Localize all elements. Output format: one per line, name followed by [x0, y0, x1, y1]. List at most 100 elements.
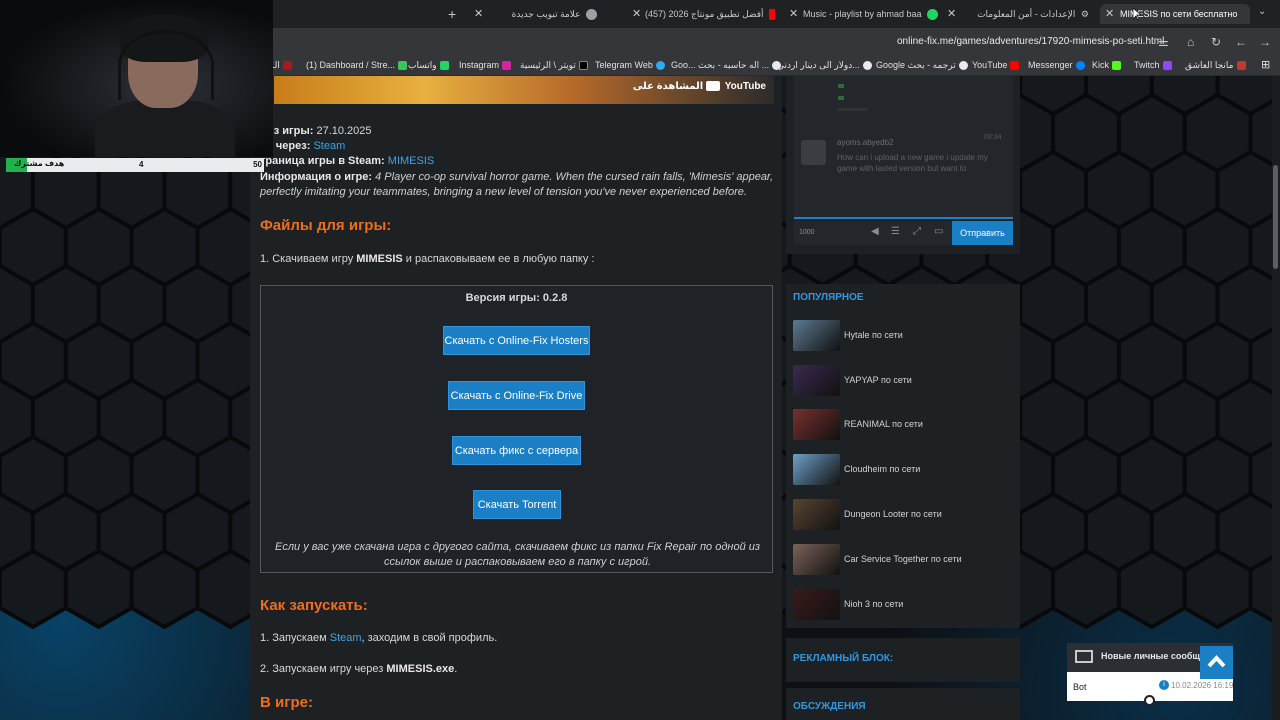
bookmark[interactable]: اله حاسبه - بحث ...	[698, 60, 782, 71]
bookmark[interactable]: الـ	[272, 60, 292, 71]
popular-item[interactable]: Hytale по сети	[793, 320, 1013, 352]
popular-item[interactable]: YAPYAP по сети	[793, 365, 1013, 397]
popular-item-label[interactable]: Hytale по сети	[844, 330, 903, 340]
tab-youtube[interactable]: (457) أفضل تطبيق مونتاج 2026	[645, 4, 775, 24]
url-field[interactable]: online-fix.me/games/adventures/17920-mim…	[897, 36, 1164, 47]
chat-message: How can i upload a new game i update my …	[837, 153, 988, 173]
reload-icon[interactable]: ↻	[1211, 35, 1221, 49]
launch-step-2: 2. Запускаем игру через MIMESIS.exe.	[260, 663, 457, 675]
chat-sound-icon[interactable]: ◀	[871, 226, 879, 237]
chat-username[interactable]: ayoms.abyedb2	[837, 138, 893, 147]
popular-thumb[interactable]	[793, 365, 840, 396]
chat-messages[interactable]	[794, 76, 1013, 219]
tab-spotify[interactable]: Music - playlist by ahmad baa	[803, 4, 938, 24]
chat-fullscreen-icon[interactable]: ⤢	[913, 226, 921, 237]
download-step-game: MIMESIS	[356, 253, 403, 265]
bookmark[interactable]: Goo...	[671, 60, 696, 70]
launch-step-2-prefix: 2. Запускаем игру через	[260, 663, 387, 675]
bookmark[interactable]: YouTube	[972, 60, 1020, 71]
download-step-suffix: и распаковываем ее в любую папку :	[402, 253, 595, 265]
page-settings-icon[interactable]: ⚌	[1158, 35, 1169, 49]
goal-label: هدف مشترك	[14, 159, 65, 168]
popular-item[interactable]: REANIMAL по сети	[793, 409, 1013, 441]
spotify-icon	[927, 9, 938, 21]
download-step-prefix: 1. Скачиваем игру	[260, 253, 357, 265]
popular-thumb[interactable]	[793, 589, 840, 620]
bookmark[interactable]: Telegram Web	[595, 60, 665, 71]
close-tab-icon[interactable]: ✕	[789, 7, 798, 21]
popular-item-label[interactable]: Nioh 3 по сети	[844, 599, 903, 609]
popular-item[interactable]: Nioh 3 по сети	[793, 589, 1013, 621]
back-icon[interactable]: ←	[1235, 35, 1247, 49]
popular-item[interactable]: Car Service Together по сети	[793, 544, 1013, 576]
popular-thumb[interactable]	[793, 544, 840, 575]
scrollbar-thumb[interactable]	[1273, 165, 1278, 269]
bookmark[interactable]: مانجا العاشق	[1185, 60, 1246, 71]
grid-icon[interactable]: ⊞	[1261, 58, 1270, 71]
tab-new-tab[interactable]: علامة تبويب جديدة	[470, 4, 600, 24]
close-tab-icon[interactable]: ✕	[474, 7, 483, 21]
popular-thumb[interactable]	[793, 499, 840, 530]
popular-item[interactable]: Cloudheim по сети	[793, 454, 1013, 486]
bookmark[interactable]: Twitch	[1134, 60, 1172, 71]
bookmark[interactable]: Kick	[1092, 60, 1122, 71]
launch-steam-link[interactable]: Steam	[330, 632, 362, 644]
chevron-down-icon[interactable]: ⌄	[1258, 6, 1266, 17]
mimesis-steam-link[interactable]: MIMESIS	[388, 155, 434, 167]
download-fix-button[interactable]: Скачать фикс с сервера	[452, 436, 581, 465]
pm-title: Новые личные сообщени	[1101, 651, 1216, 661]
mail-icon	[1075, 650, 1093, 663]
popular-item[interactable]: Dungeon Looter по сети	[793, 499, 1013, 531]
home-icon[interactable]: ⌂	[1187, 35, 1194, 49]
bookmark[interactable]: واتساب	[408, 60, 449, 71]
new-tab-icon[interactable]: +	[448, 6, 456, 22]
goal-target: 50	[253, 160, 262, 169]
bookmark[interactable]: Messenger	[1028, 60, 1085, 71]
bookmark-label: Google ترجمه - بحث	[876, 60, 956, 70]
bookmark-label: (1) Dashboard / Stre...	[306, 60, 396, 70]
subscriber-goal-bar: هدف مشترك 4 50	[6, 158, 264, 172]
tab-label: (457) أفضل تطبيق مونتاج 2026	[645, 9, 764, 19]
tab-mimesis-active[interactable]: MIMESIS по сети бесплатно	[1100, 4, 1250, 24]
download-hosters-button[interactable]: Скачать с Online-Fix Hosters	[443, 326, 590, 355]
chat-inbox-icon[interactable]: ▭	[934, 226, 943, 237]
close-tab-icon[interactable]: ✕	[947, 7, 956, 21]
watch-on-youtube[interactable]: المشاهدة على YouTube	[633, 81, 766, 92]
chat-list-icon[interactable]: ☰	[891, 226, 900, 237]
forward-icon[interactable]: →	[1259, 35, 1271, 49]
bookmark[interactable]: دولار الى دينار اردني...	[777, 60, 872, 71]
bookmark-label: Kick	[1092, 60, 1110, 70]
bookmark[interactable]: تويتر \ الرئيسية	[520, 60, 588, 71]
ad-title: РЕКЛАМНЫЙ БЛОК:	[793, 653, 894, 664]
chat-time: 09:34	[984, 134, 1002, 141]
popular-item-label[interactable]: Car Service Together по сети	[844, 554, 962, 564]
popular-item-label[interactable]: Cloudheim по сети	[844, 464, 920, 474]
tab-settings[interactable]: الإعدادات - أمن المعلومات ⚙	[962, 4, 1092, 24]
youtube-icon	[1010, 61, 1020, 71]
popular-thumb[interactable]	[793, 409, 840, 440]
bookmark-icon	[398, 61, 408, 71]
video-embed[interactable]: المشاهدة على YouTube	[274, 76, 774, 104]
popular-item-label[interactable]: Dungeon Looter по сети	[844, 509, 942, 519]
tab-label: الإعدادات - أمن المعلومات	[977, 9, 1076, 19]
discussions-title: ОБСУЖДЕНИЯ	[793, 701, 866, 712]
bookmark-label: تويتر \ الرئيسية	[520, 60, 576, 70]
close-tab-icon[interactable]: ✕	[632, 7, 641, 21]
popular-item-label[interactable]: REANIMAL по сети	[844, 419, 923, 429]
download-drive-button[interactable]: Скачать с Online-Fix Drive	[448, 381, 585, 410]
popular-thumb[interactable]	[793, 320, 840, 351]
scroll-to-top-button[interactable]	[1200, 646, 1233, 679]
pm-sender[interactable]: Bot	[1073, 682, 1087, 692]
bookmark[interactable]: Google ترجمه - بحث	[876, 60, 968, 71]
pm-slider-handle[interactable]	[1144, 695, 1155, 706]
bookmark[interactable]: Instagram	[459, 60, 512, 71]
popular-thumb[interactable]	[793, 454, 840, 485]
steam-link[interactable]: Steam	[313, 140, 345, 152]
close-tab-icon[interactable]: ✕	[1105, 7, 1114, 21]
telegram-icon	[655, 61, 665, 71]
chat-avatar[interactable]	[801, 140, 826, 165]
bookmark[interactable]: (1) Dashboard / Stre...	[306, 60, 408, 71]
download-torrent-button[interactable]: Скачать Torrent	[473, 490, 561, 519]
chat-send-button[interactable]: Отправить	[952, 221, 1013, 245]
popular-item-label[interactable]: YAPYAP по сети	[844, 375, 912, 385]
